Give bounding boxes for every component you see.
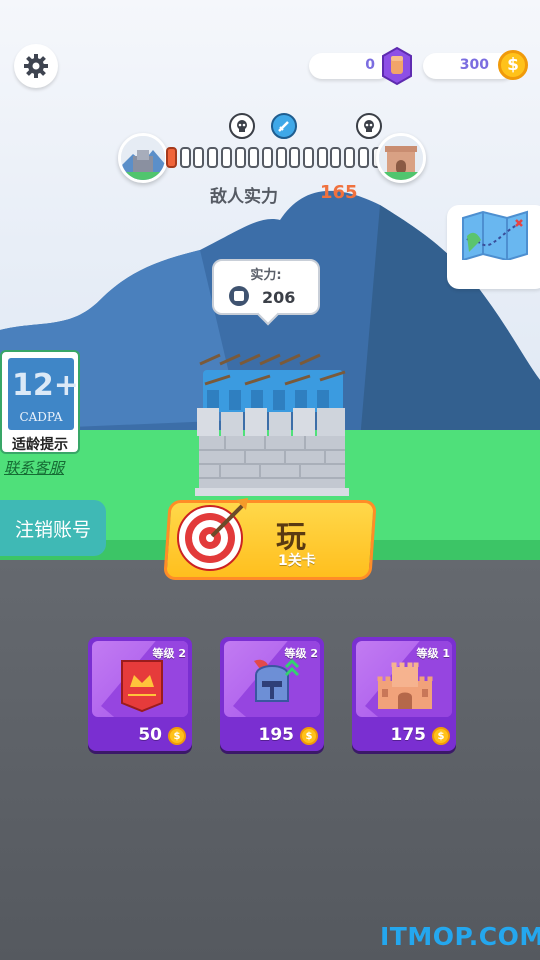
fist-icon [229,286,249,306]
player-castle-avatar [118,133,168,183]
upgrade-card-banner[interactable]: 等级 2 50 $ [88,637,192,751]
age-rating-badge[interactable]: 12+ CADPA 适龄提示 [0,350,80,454]
play-level: 1关卡 [278,553,316,569]
ground-area [0,560,540,960]
upgrade-price: 50 [138,725,162,745]
gem-count: 0 [365,57,375,73]
play-button[interactable]: 玩 1关卡 [163,498,377,582]
progress-segment [261,147,273,168]
power-label: 实力: [250,268,282,283]
progress-segment [303,147,314,168]
upgrade-card-helmet[interactable]: 等级 2 195 $ [220,637,324,751]
settings-button[interactable] [14,44,58,88]
age-number: 12+ [12,368,79,403]
level-progress [118,133,426,183]
skull-marker-icon [229,113,255,139]
enemy-power-label: 敌人实力 [210,187,278,207]
progress-segment [357,147,369,168]
coin-icon: $ [300,727,318,745]
upgrade-level: 等级 1 [416,647,450,660]
upgrade-price: 175 [390,725,427,745]
enemy-castle-avatar [376,133,426,183]
archers [199,353,346,412]
progress-segment [316,147,328,168]
banner-icon [121,660,163,713]
upgrade-card-castle[interactable]: 等级 1 175 $ [352,637,456,751]
progress-segment [207,147,219,168]
archer-tower[interactable] [185,350,360,500]
progress-segment [234,147,246,168]
coin-icon: $ [498,50,528,80]
progress-segment [344,147,356,168]
sword-marker-icon [271,113,297,139]
upgrade-level: 等级 2 [284,647,318,660]
progress-segment [248,147,260,168]
gear-icon [24,54,48,78]
age-org: CADPA [19,410,63,424]
coin-count: 300 [459,57,489,73]
cancel-account-button[interactable]: 注销账号 [0,500,106,556]
progress-segment [289,147,301,168]
progress-segment [330,147,342,168]
helmet-icon [254,658,300,702]
progress-segment [166,147,177,168]
progress-segment [179,147,191,168]
fist-gem-icon [382,46,412,86]
coin-icon: $ [168,727,186,745]
tower-wall [195,408,349,496]
coin-icon: $ [432,727,450,745]
map-button[interactable] [447,205,540,289]
upgrade-level: 等级 2 [152,647,186,660]
skull-boss-marker-icon [356,113,382,139]
age-rating-label: 适龄提示 [12,437,68,453]
progress-segment [275,147,287,168]
target-icon [177,498,248,571]
castle-icon [377,662,433,709]
upgrade-price: 195 [258,725,295,745]
power-bubble: 实力: 206 [212,259,320,326]
map-icon [462,210,528,260]
watermark-text: ITMOP.COM [380,922,540,951]
gem-counter[interactable]: 0 [309,53,391,79]
age-rating-icon: 12+ CADPA [8,358,79,430]
enemy-power-value: 165 [320,182,358,203]
progress-segment [220,147,232,168]
progress-segment [193,147,205,168]
contact-service-link[interactable]: 联系客服 [4,457,64,478]
